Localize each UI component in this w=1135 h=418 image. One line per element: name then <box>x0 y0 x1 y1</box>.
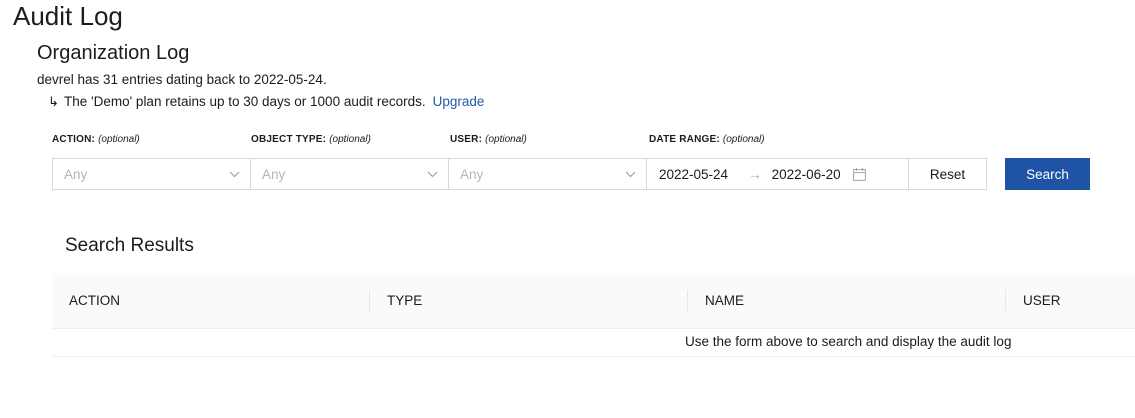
object-type-select[interactable]: Any <box>250 158 449 190</box>
date-range-start[interactable]: 2022-05-24 <box>659 167 728 182</box>
reset-button[interactable]: Reset <box>908 158 987 190</box>
object-type-filter-label: OBJECT TYPE: (optional) <box>251 134 371 146</box>
date-range-picker[interactable]: 2022-05-24 → 2022-06-20 <box>646 158 909 190</box>
plan-note: ↳ The 'Demo' plan retains up to 30 days … <box>48 93 484 111</box>
return-arrow-icon: ↳ <box>48 94 59 109</box>
column-header-label: USER <box>1023 293 1061 308</box>
date-range-hint: (optional) <box>722 134 765 145</box>
object-type-label: OBJECT TYPE: <box>251 134 327 145</box>
date-range-label: DATE RANGE: <box>649 134 720 145</box>
column-header-label: ACTION <box>69 293 121 308</box>
object-type-select-value: Any <box>262 166 286 182</box>
action-hint: (optional) <box>98 134 140 145</box>
column-header-action[interactable]: ACTION <box>52 273 370 328</box>
column-header-name[interactable]: NAME <box>688 273 1006 328</box>
calendar-icon[interactable] <box>852 167 866 181</box>
log-summary: devrel has 31 entries dating back to 202… <box>37 72 327 87</box>
date-range-filter-label: DATE RANGE: (optional) <box>649 134 765 146</box>
filter-bar: Any Any Any 2022-05-24 → 2022-06-20 Rese… <box>52 158 987 190</box>
user-filter-label: USER: (optional) <box>450 134 527 146</box>
arrow-right-icon: → <box>748 166 762 182</box>
action-label: ACTION: <box>52 134 96 145</box>
chevron-down-icon <box>427 171 438 178</box>
action-filter-label: ACTION: (optional) <box>52 134 140 146</box>
date-range-end[interactable]: 2022-06-20 <box>772 167 841 182</box>
plan-note-text: The 'Demo' plan retains up to 30 days or… <box>64 94 426 109</box>
column-header-user[interactable]: USER <box>1006 273 1135 328</box>
user-hint: (optional) <box>485 134 527 145</box>
empty-state-message: Use the form above to search and display… <box>685 334 1012 349</box>
user-select[interactable]: Any <box>448 158 647 190</box>
column-header-type[interactable]: TYPE <box>370 273 688 328</box>
search-button[interactable]: Search <box>1005 158 1090 190</box>
user-label: USER: <box>450 134 483 145</box>
search-results-title: Search Results <box>65 235 194 256</box>
user-select-value: Any <box>460 166 484 182</box>
results-empty-row: Use the form above to search and display… <box>52 329 1135 357</box>
audit-log-page: Audit Log Organization Log devrel has 31… <box>0 0 1135 418</box>
chevron-down-icon <box>229 171 240 178</box>
object-type-hint: (optional) <box>329 134 371 145</box>
page-title: Audit Log <box>13 1 123 31</box>
section-title: Organization Log <box>37 42 190 64</box>
column-header-label: NAME <box>705 293 745 308</box>
results-table-header: ACTION TYPE NAME USER <box>52 273 1135 329</box>
action-select-value: Any <box>64 166 88 182</box>
action-select[interactable]: Any <box>52 158 251 190</box>
chevron-down-icon <box>625 171 636 178</box>
column-header-label: TYPE <box>387 293 423 308</box>
upgrade-link[interactable]: Upgrade <box>433 93 485 111</box>
